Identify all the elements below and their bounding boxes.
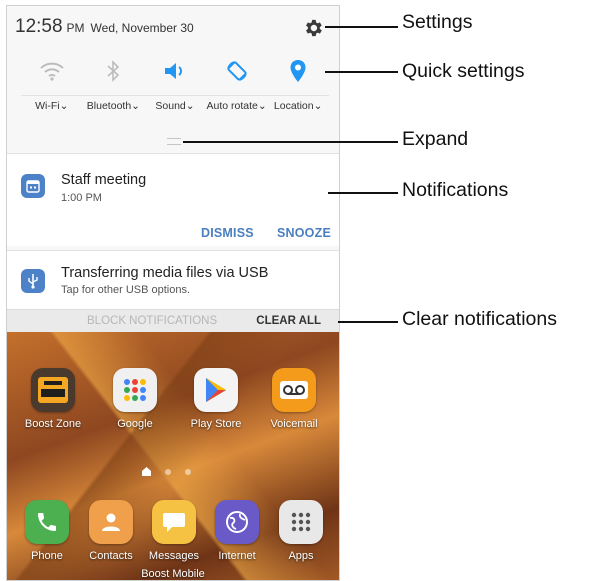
- expand-handle[interactable]: [167, 138, 181, 145]
- quick-setting-location[interactable]: Location⌄: [267, 56, 329, 113]
- app-google-folder[interactable]: Google: [103, 368, 167, 430]
- date-text: Wed, November 30: [90, 21, 194, 35]
- callout-notifications: Notifications: [402, 179, 509, 201]
- dismiss-button[interactable]: DISMISS: [201, 226, 254, 240]
- app-label: Apps: [288, 550, 314, 562]
- status-bar: 12:58 PM Wed, November 30: [15, 16, 194, 42]
- callout-line-clear-notifications: [338, 321, 398, 323]
- block-notifications-button[interactable]: BLOCK NOTIFICATIONS: [87, 315, 217, 327]
- app-label: Messages: [148, 550, 200, 562]
- callout-line-notifications: [328, 192, 398, 194]
- quick-setting-auto-rotate[interactable]: Auto rotate⌄: [206, 56, 268, 113]
- quick-setting-label-auto-rotate: Auto rotate⌄: [206, 100, 267, 112]
- phone-icon: [25, 500, 69, 544]
- clock-ampm: PM: [66, 21, 85, 35]
- app-label: Play Store: [190, 418, 242, 430]
- callout-settings: Settings: [402, 11, 473, 33]
- calendar-icon: [21, 174, 45, 198]
- callout-line-settings: [325, 26, 398, 28]
- voicemail-icon: [272, 368, 316, 412]
- app-boost-zone[interactable]: Boost Zone: [21, 368, 85, 430]
- contacts-icon: [89, 500, 133, 544]
- clock: 12:58: [15, 16, 63, 37]
- location-icon[interactable]: [283, 56, 313, 86]
- app-voicemail[interactable]: Voicemail: [262, 368, 326, 430]
- app-label: Google: [117, 418, 153, 430]
- notification-subtitle: Tap for other USB options.: [61, 284, 191, 296]
- clear-all-button[interactable]: CLEAR ALL: [256, 315, 321, 327]
- boost-zone-icon: [31, 368, 75, 412]
- quick-settings-row: Wi-Fi⌄ Bluetooth⌄ Sound⌄ Auto rotate⌄ Lo…: [21, 56, 329, 113]
- quick-setting-label-wifi: Wi-Fi⌄: [35, 100, 69, 112]
- quick-settings-divider: [21, 95, 329, 96]
- app-label: Phone: [31, 550, 63, 562]
- quick-setting-bluetooth[interactable]: Bluetooth⌄: [83, 56, 145, 113]
- app-label: Internet: [218, 550, 256, 562]
- carrier-label: Boost Mobile: [141, 568, 205, 580]
- callout-line-quick-settings: [325, 71, 398, 73]
- play-store-icon: [194, 368, 238, 412]
- internet-icon: [215, 500, 259, 544]
- notification-title: Staff meeting: [61, 172, 147, 188]
- usb-icon: [21, 269, 45, 293]
- notification-panel: 12:58 PM Wed, November 30 Wi-Fi⌄ Bluetoo…: [7, 6, 339, 332]
- app-label: Contacts: [89, 550, 133, 562]
- app-label: Boost Zone: [24, 418, 82, 430]
- phone-screen: 12:58 PM Wed, November 30 Wi-Fi⌄ Bluetoo…: [6, 5, 340, 581]
- page-dot[interactable]: [185, 468, 191, 475]
- google-folder-icon: [113, 368, 157, 412]
- app-internet[interactable]: Internet: [205, 500, 269, 562]
- quick-setting-wifi[interactable]: Wi-Fi⌄: [21, 56, 83, 113]
- page-indicator: [142, 467, 191, 476]
- wifi-icon[interactable]: [37, 56, 67, 86]
- app-messages[interactable]: Messages: [142, 500, 206, 562]
- home-screen: Boost Zone Google Play Store Voicemail P…: [7, 332, 339, 580]
- gear-icon[interactable]: [302, 17, 324, 39]
- callout-quick-settings: Quick settings: [402, 60, 525, 82]
- apps-icon: [279, 500, 323, 544]
- auto-rotate-icon[interactable]: [222, 56, 252, 86]
- notification-actions-bar: BLOCK NOTIFICATIONS CLEAR ALL: [7, 309, 339, 332]
- bluetooth-icon[interactable]: [98, 56, 128, 86]
- home-page-icon: [142, 467, 151, 476]
- callout-expand: Expand: [402, 128, 469, 150]
- notification-staff-meeting[interactable]: Staff meeting 1:00 PM DISMISS SNOOZE: [7, 153, 339, 246]
- quick-setting-label-bluetooth: Bluetooth⌄: [86, 100, 140, 112]
- page-dot[interactable]: [165, 468, 171, 475]
- quick-setting-label-location: Location⌄: [273, 100, 323, 112]
- callout-line-expand: [183, 141, 398, 143]
- app-phone[interactable]: Phone: [15, 500, 79, 562]
- sound-icon[interactable]: [160, 56, 190, 86]
- app-contacts[interactable]: Contacts: [79, 500, 143, 562]
- notification-title: Transferring media files via USB: [61, 265, 269, 281]
- notification-usb[interactable]: Transferring media files via USB Tap for…: [7, 250, 339, 309]
- messages-icon: [152, 500, 196, 544]
- callout-clear-notifications: Clear notifications: [402, 308, 557, 330]
- app-label: Voicemail: [270, 418, 318, 430]
- app-apps[interactable]: Apps: [269, 500, 333, 562]
- notification-subtitle: 1:00 PM: [61, 192, 102, 204]
- quick-setting-sound[interactable]: Sound⌄: [144, 56, 206, 113]
- app-play-store[interactable]: Play Store: [184, 368, 248, 430]
- snooze-button[interactable]: SNOOZE: [277, 226, 331, 240]
- quick-setting-label-sound: Sound⌄: [155, 100, 195, 112]
